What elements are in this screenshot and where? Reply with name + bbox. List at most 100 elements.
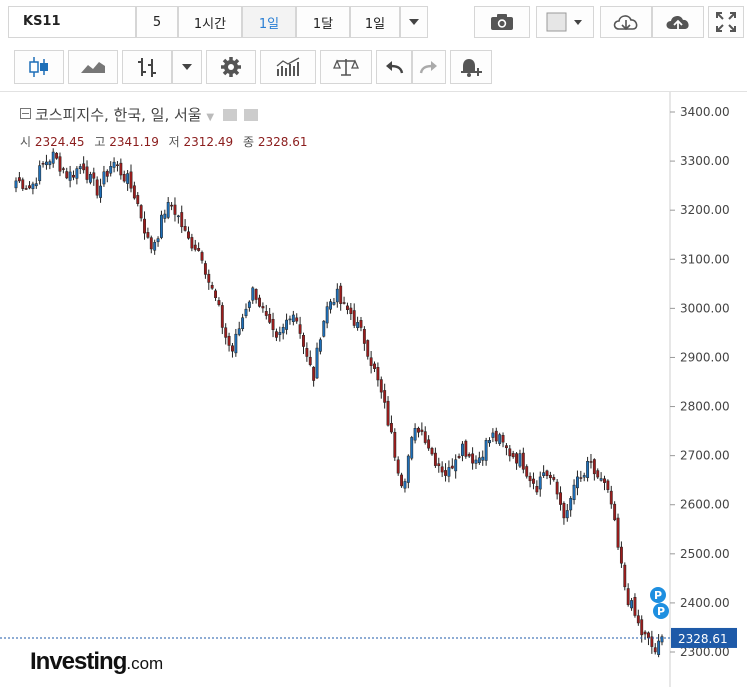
- redo-button[interactable]: [412, 50, 446, 84]
- candles-button[interactable]: [14, 50, 64, 84]
- candle-body: [48, 161, 52, 166]
- candle-body: [508, 448, 512, 457]
- candle-body: [528, 475, 532, 482]
- candle-body: [362, 328, 366, 344]
- candle-body: [302, 335, 305, 347]
- y-tick-label: 2700.00: [680, 449, 730, 463]
- interval-dropdown[interactable]: [400, 6, 428, 38]
- high-value: 2341.19: [109, 135, 159, 149]
- redo-icon: [419, 61, 437, 74]
- candle-body: [99, 185, 102, 198]
- candle-body: [68, 171, 72, 181]
- candle-body: [298, 324, 302, 334]
- chart-style-button[interactable]: [536, 6, 594, 38]
- candle-body: [582, 475, 586, 478]
- candle-body: [603, 478, 606, 483]
- candle-body: [231, 345, 234, 352]
- candle-body: [190, 237, 194, 249]
- y-tick-label: 3300.00: [680, 154, 730, 168]
- settings-button[interactable]: [206, 50, 256, 84]
- bar-chart-icon: [138, 58, 156, 77]
- candle-body: [335, 288, 339, 303]
- candle-body: [285, 319, 289, 330]
- candle-body: [572, 484, 576, 501]
- candle-body: [589, 461, 593, 463]
- candle-body: [369, 357, 373, 366]
- camera-icon: [491, 14, 513, 30]
- studies-button[interactable]: [260, 50, 316, 84]
- candle-body: [288, 318, 292, 321]
- candle-body: [562, 502, 566, 519]
- candle-body: [241, 317, 245, 330]
- indicators-dropdown[interactable]: [172, 50, 202, 84]
- candle-body: [525, 466, 529, 477]
- chevron-down-icon: [409, 19, 419, 25]
- legend-dropdown-icon[interactable]: ▼: [206, 112, 214, 123]
- candle-body: [14, 180, 18, 189]
- candle-body: [474, 459, 478, 464]
- undo-button[interactable]: [376, 50, 412, 84]
- line-chart-button[interactable]: [68, 50, 118, 84]
- candle-body: [494, 430, 498, 442]
- candle-body: [247, 301, 251, 308]
- candle-body: [251, 287, 255, 301]
- candle-body: [613, 503, 617, 521]
- symbol-input[interactable]: KS11: [8, 6, 136, 38]
- price-chart[interactable]: 2300.002400.002500.002600.002700.002800.…: [0, 92, 747, 687]
- candle-body: [383, 390, 387, 403]
- candle-body: [346, 305, 349, 311]
- price-chart-area[interactable]: 2300.00 2400.00 2500.00 2600.00 2700.00 2800.…: [0, 92, 747, 687]
- interval-1mo[interactable]: 1달: [296, 6, 350, 38]
- collapse-icon[interactable]: [20, 108, 31, 119]
- add-alert-button[interactable]: [450, 50, 492, 84]
- interval-range[interactable]: 1일: [350, 6, 400, 38]
- fullscreen-button[interactable]: [708, 6, 744, 38]
- cloud-upload-button[interactable]: [652, 6, 704, 38]
- close-label: 종: [242, 135, 255, 149]
- tools-toolbar: [0, 44, 747, 92]
- legend-title-text: 코스피지수, 한국, 일, 서울: [35, 106, 202, 124]
- candle-body: [471, 453, 475, 464]
- candle-body: [352, 310, 356, 326]
- candle-body: [224, 327, 228, 338]
- legend-title: 코스피지수, 한국, 일, 서울 ▼: [20, 104, 258, 125]
- cloud-download-button[interactable]: [600, 6, 652, 38]
- candle-body: [579, 477, 583, 479]
- candle-body: [34, 183, 38, 187]
- candle-body: [295, 317, 299, 322]
- candle-body: [491, 432, 495, 438]
- candle-body: [488, 440, 491, 444]
- candle-body: [261, 306, 265, 309]
- interval-1h[interactable]: 1시간: [178, 6, 242, 38]
- candle-body: [481, 456, 485, 461]
- interval-5[interactable]: 5: [136, 6, 178, 38]
- compare-button[interactable]: [320, 50, 372, 84]
- candle-body: [92, 172, 96, 179]
- interval-1d[interactable]: 1일: [242, 6, 296, 38]
- candle-body: [160, 214, 163, 238]
- eye-icon[interactable]: [222, 109, 237, 121]
- candle-body: [417, 427, 420, 433]
- candle-body: [606, 480, 610, 490]
- candle-body: [149, 237, 153, 250]
- candle-body: [592, 459, 596, 475]
- gear-icon[interactable]: [243, 109, 258, 121]
- candle-body: [366, 340, 370, 357]
- candle-body: [433, 452, 437, 466]
- screenshot-button[interactable]: [474, 6, 530, 38]
- candle-body: [386, 400, 390, 426]
- candle-body: [640, 619, 644, 636]
- chart-studies-icon: [276, 57, 300, 76]
- candle-body: [467, 454, 471, 457]
- candle-body: [636, 615, 640, 624]
- candle-body: [88, 174, 92, 183]
- indicators-button[interactable]: [122, 50, 172, 84]
- candle-body: [72, 174, 75, 178]
- y-tick-label: 2500.00: [680, 547, 730, 561]
- candle-body: [400, 474, 404, 487]
- marker-p-label: P: [654, 589, 662, 602]
- candle-body: [444, 470, 447, 476]
- candle-body: [305, 348, 309, 357]
- candle-body: [379, 379, 383, 393]
- candle-body: [423, 431, 427, 443]
